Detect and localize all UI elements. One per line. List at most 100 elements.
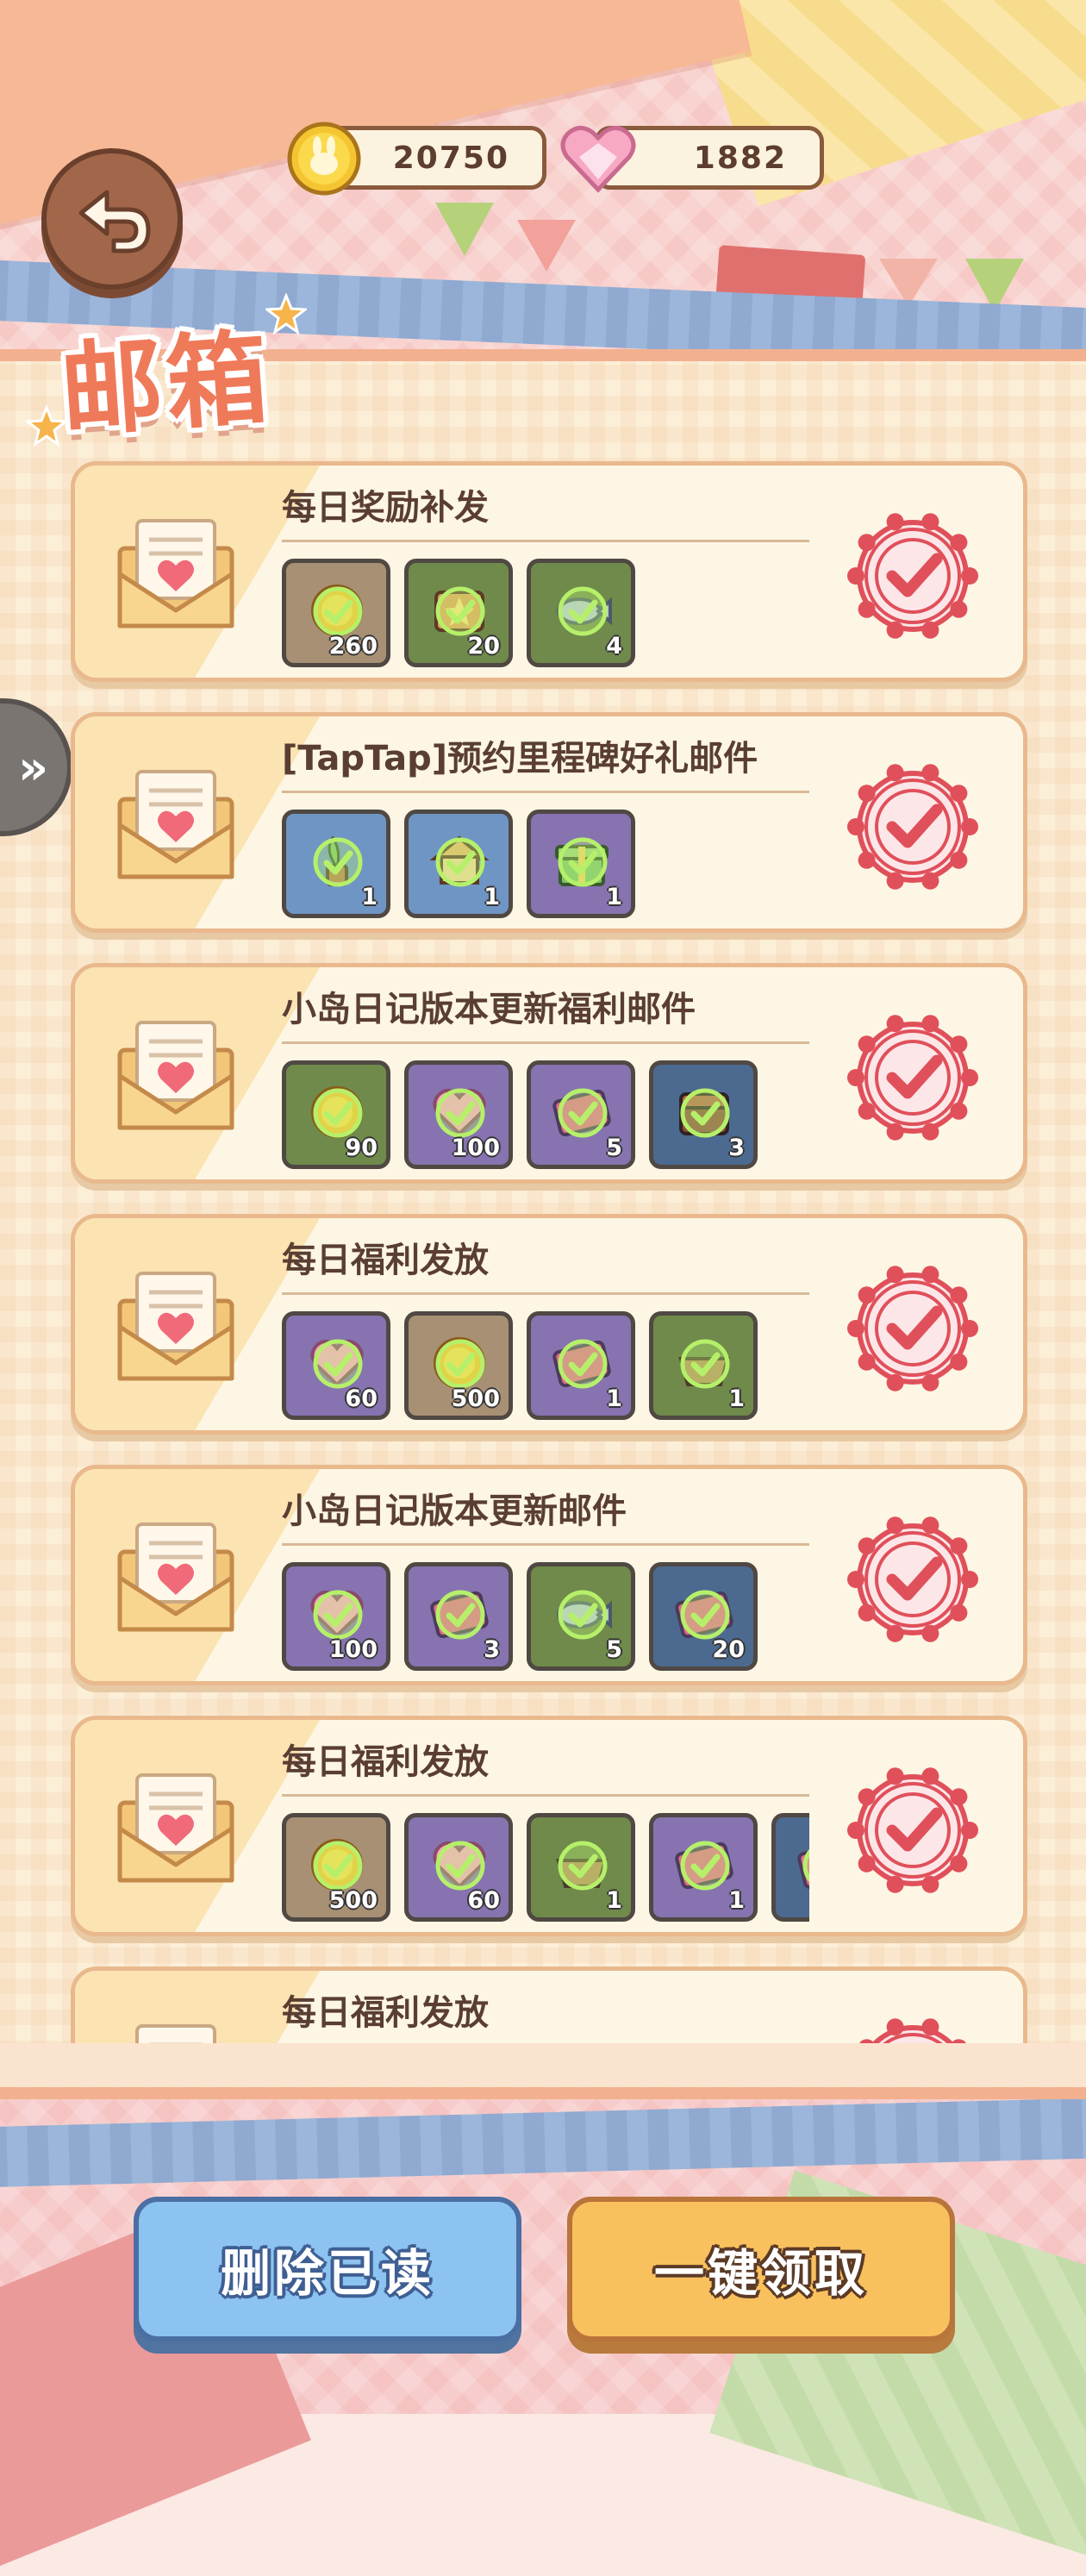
- reward-item[interactable]: 3: [649, 1060, 758, 1169]
- check-icon: [313, 1088, 363, 1138]
- mail-card[interactable]: 每日福利发放: [71, 1966, 1027, 2046]
- item-quantity: 3: [484, 1636, 500, 1663]
- item-quantity: 60: [467, 1887, 500, 1914]
- mail-card[interactable]: 每日福利发放 60 500 1 1: [71, 1214, 1027, 1435]
- reward-item[interactable]: 1: [527, 810, 635, 918]
- check-icon: [435, 1088, 485, 1138]
- reward-item[interactable]: 260: [282, 559, 390, 667]
- reward-item[interactable]: [771, 1813, 809, 1922]
- divider: [282, 1041, 809, 1044]
- panel-bottom-band: [0, 2043, 1086, 2086]
- reward-items: 500 60 1 1: [282, 1813, 809, 1923]
- divider: [282, 791, 809, 793]
- coin-amount: 20750: [392, 140, 509, 176]
- reward-item[interactable]: 100: [404, 1060, 513, 1169]
- item-quantity: 4: [606, 633, 622, 660]
- check-icon: [680, 1841, 730, 1891]
- item-quantity: 100: [451, 1135, 500, 1161]
- item-quantity: 500: [328, 1887, 378, 1914]
- reward-item[interactable]: 1: [649, 1813, 758, 1922]
- envelope-icon: [117, 519, 234, 628]
- reward-item[interactable]: 60: [404, 1813, 513, 1922]
- item-quantity: 3: [728, 1135, 745, 1161]
- reward-item[interactable]: 20: [649, 1562, 758, 1671]
- envelope-icon: [117, 1272, 234, 1381]
- envelope-icon: [117, 1522, 234, 1632]
- check-icon: [313, 1590, 363, 1640]
- item-quantity: 1: [606, 884, 622, 910]
- mail-title: 小岛日记版本更新福利邮件: [282, 990, 696, 1029]
- back-button[interactable]: [41, 148, 183, 290]
- reward-item[interactable]: 500: [404, 1311, 513, 1420]
- item-quantity: 1: [484, 884, 500, 910]
- delete-read-button[interactable]: 删除已读: [134, 2197, 521, 2342]
- claimed-stamp-icon: [847, 1767, 978, 1893]
- reward-item[interactable]: 5: [527, 1562, 635, 1671]
- check-icon: [680, 1088, 730, 1138]
- check-icon: [558, 1088, 608, 1138]
- check-icon: [435, 1841, 485, 1891]
- envelope-icon: [117, 1021, 234, 1130]
- reward-item[interactable]: 60: [282, 1311, 390, 1420]
- check-icon: [558, 1590, 608, 1640]
- reward-item[interactable]: 100: [282, 1562, 390, 1671]
- back-arrow-icon: [78, 190, 151, 253]
- reward-item[interactable]: 3: [404, 1562, 513, 1671]
- check-icon: [558, 586, 608, 636]
- check-icon: [435, 586, 485, 636]
- star-icon: [265, 293, 307, 335]
- page-title: 邮箱: [57, 317, 276, 452]
- envelope-icon: [117, 770, 234, 879]
- mail-card[interactable]: [TapTap]预约里程碑好礼邮件 1 1 1: [71, 712, 1027, 933]
- claimed-stamp-icon: [847, 1266, 978, 1391]
- mail-title: 小岛日记版本更新邮件: [282, 1491, 627, 1531]
- claimed-stamp-icon: [858, 2018, 968, 2046]
- item-quantity: 100: [328, 1636, 378, 1663]
- heart-amount: 1882: [693, 140, 787, 176]
- reward-items: 60 500 1 1: [282, 1311, 809, 1422]
- reward-items: 1 1 1: [282, 810, 809, 920]
- reward-item[interactable]: 1: [527, 1813, 635, 1922]
- mail-card[interactable]: 每日福利发放 500 60 1 1: [71, 1716, 1027, 1936]
- mail-title: 每日福利发放: [282, 1993, 489, 2033]
- check-icon: [680, 1590, 730, 1640]
- item-quantity: 60: [345, 1385, 378, 1412]
- item-quantity: 1: [361, 884, 378, 910]
- bunting-flag: [517, 220, 576, 272]
- reward-item[interactable]: 20: [404, 559, 513, 667]
- item-quantity: 90: [345, 1135, 378, 1161]
- reward-items: 260 20 4: [282, 559, 809, 669]
- check-icon: [313, 1339, 363, 1389]
- reward-item[interactable]: 1: [404, 810, 513, 918]
- mail-list[interactable]: 每日奖励补发 260 20 4 [TapTap]预约里程碑好礼邮件 1 1 1 …: [71, 461, 1027, 2046]
- item-quantity: 260: [328, 633, 378, 660]
- mail-title: 每日奖励补发: [282, 488, 489, 528]
- reward-item[interactable]: 4: [527, 559, 635, 667]
- check-icon: [435, 837, 485, 887]
- reward-item[interactable]: 500: [282, 1813, 390, 1922]
- divider: [282, 1543, 809, 1546]
- mail-title: [TapTap]预约里程碑好礼邮件: [282, 739, 758, 778]
- reward-item[interactable]: 5: [527, 1060, 635, 1169]
- claimed-stamp-icon: [847, 513, 978, 639]
- claimed-stamp-icon: [847, 764, 978, 890]
- claimed-stamp-icon: [847, 1516, 978, 1642]
- reward-item[interactable]: 1: [282, 810, 390, 918]
- check-icon: [558, 1841, 608, 1891]
- mail-title: 每日福利发放: [282, 1742, 489, 1782]
- bunny-coin-icon: [287, 122, 361, 196]
- mail-card[interactable]: 小岛日记版本更新邮件 100 3 5 20: [71, 1465, 1027, 1685]
- reward-item[interactable]: 1: [649, 1311, 758, 1420]
- claim-all-button[interactable]: 一键领取: [567, 2197, 955, 2342]
- mail-card[interactable]: 小岛日记版本更新福利邮件 90 100 5 3: [71, 963, 1027, 1184]
- reward-item[interactable]: 1: [527, 1311, 635, 1420]
- reward-item[interactable]: 90: [282, 1060, 390, 1169]
- item-quantity: 5: [606, 1135, 622, 1161]
- claim-all-label: 一键领取: [653, 2244, 868, 2303]
- check-icon: [313, 586, 363, 636]
- check-icon: [680, 1339, 730, 1389]
- divider: [282, 540, 809, 542]
- envelope-icon: [135, 2024, 216, 2046]
- star-icon: [26, 405, 67, 447]
- mail-card[interactable]: 每日奖励补发 260 20 4: [71, 461, 1027, 682]
